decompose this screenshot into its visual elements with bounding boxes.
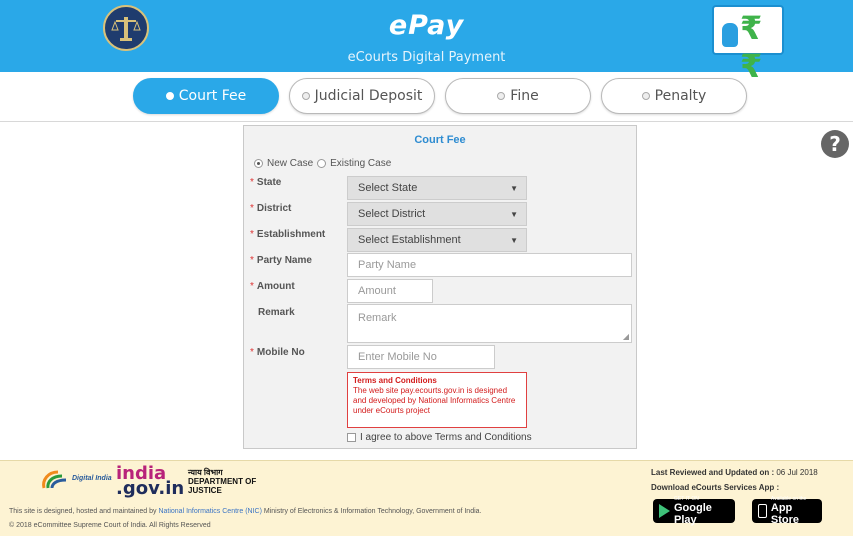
google-play-button[interactable]: GET IT ON Google Play <box>653 496 735 526</box>
doj-line1: DEPARTMENT OF <box>188 477 257 486</box>
hand-icon <box>722 23 738 47</box>
download-app-label: Download eCourts Services App : <box>651 483 780 492</box>
party-name-input[interactable]: Party Name <box>347 253 632 277</box>
court-fee-form: Court Fee New Case Existing Case * State … <box>243 125 637 449</box>
department-of-justice-logo[interactable]: न्याय विभाग DEPARTMENT OF JUSTICE <box>188 468 256 495</box>
doj-line2: JUSTICE <box>188 486 222 495</box>
phone-icon <box>758 504 767 518</box>
radio-icon <box>301 92 310 100</box>
district-select[interactable]: Select District ▼ <box>347 202 527 226</box>
establishment-select[interactable]: Select Establishment ▼ <box>347 228 527 252</box>
mobile-input[interactable]: Enter Mobile No <box>347 345 495 369</box>
terms-title: Terms and Conditions <box>353 376 437 385</box>
radio-icon <box>641 92 650 100</box>
establishment-label: * Establishment <box>250 229 326 240</box>
radio-icon <box>497 92 506 100</box>
tab-label: Penalty <box>654 88 707 104</box>
gov-in-text: .gov.in <box>116 478 185 499</box>
amount-label: * Amount <box>250 281 295 292</box>
digital-india-logo <box>42 470 67 489</box>
terms-text: The web site pay.ecourts.gov.in is desig… <box>353 386 516 415</box>
state-select[interactable]: Select State ▼ <box>347 176 527 200</box>
nic-link[interactable]: National Informatics Centre (NIC) <box>158 508 261 515</box>
tab-label: Judicial Deposit <box>314 88 423 104</box>
app-store-button[interactable]: Available on the App Store <box>752 496 822 526</box>
footer: Digital India india .gov.in न्याय विभाग … <box>0 460 853 536</box>
header: ePay eCourts Digital Payment ₹₹ <box>0 0 853 85</box>
new-case-label: New Case <box>267 158 314 169</box>
existing-case-radio[interactable] <box>317 159 327 168</box>
tab-court-fee[interactable]: Court Fee <box>133 78 279 114</box>
existing-case-label: Existing Case <box>330 158 392 169</box>
agree-label: I agree to above Terms and Conditions <box>360 432 532 443</box>
epay-page: ePay eCourts Digital Payment ₹₹ Court Fe… <box>0 0 853 536</box>
resize-handle-icon[interactable]: ◢ <box>623 332 629 341</box>
tab-penalty[interactable]: Penalty <box>601 78 747 114</box>
radio-icon <box>165 92 174 100</box>
remark-textarea[interactable]: Remark ◢ <box>347 304 632 343</box>
terms-box: Terms and Conditions The web site pay.ec… <box>347 372 527 428</box>
case-type-group: New Case Existing Case <box>254 158 391 169</box>
tab-label: Fine <box>510 88 539 104</box>
question-icon[interactable]: ? <box>821 130 849 158</box>
caret-down-icon: ▼ <box>510 210 518 219</box>
copyright: © 2018 eCommittee Supreme Court of India… <box>9 522 211 529</box>
new-case-radio[interactable] <box>254 159 263 168</box>
caret-down-icon: ▼ <box>510 184 518 193</box>
doj-hindi: न्याय विभाग <box>188 468 223 477</box>
form-title: Court Fee <box>414 134 466 146</box>
tab-label: Court Fee <box>178 88 247 104</box>
agree-checkbox[interactable] <box>347 433 356 442</box>
mobile-label: * Mobile No <box>250 347 305 358</box>
remark-label: Remark <box>258 307 295 318</box>
last-updated: Last Reviewed and Updated on : 06 Jul 20… <box>651 468 818 477</box>
party-name-label: * Party Name <box>250 255 312 266</box>
amount-input[interactable]: Amount <box>347 279 433 303</box>
payment-type-tabs: Court Fee Judicial Deposit Fine Penalty <box>0 72 853 122</box>
india-gov-logo[interactable]: india .gov.in <box>116 465 185 499</box>
district-select-value: Select District <box>358 208 426 220</box>
google-play-icon <box>659 504 670 518</box>
agree-row: I agree to above Terms and Conditions <box>347 432 532 443</box>
tab-fine[interactable]: Fine <box>445 78 591 114</box>
hosting-info: This site is designed, hosted and mainta… <box>9 508 482 515</box>
remark-placeholder: Remark <box>358 312 397 324</box>
establishment-select-value: Select Establishment <box>358 234 461 246</box>
state-select-value: Select State <box>358 182 418 194</box>
state-label: * State <box>250 177 282 188</box>
caret-down-icon: ▼ <box>510 236 518 245</box>
tab-judicial-deposit[interactable]: Judicial Deposit <box>289 78 435 114</box>
epay-logo: ₹₹ <box>712 5 784 85</box>
digital-india-text: Digital India <box>72 475 112 482</box>
district-label: * District <box>250 203 292 214</box>
